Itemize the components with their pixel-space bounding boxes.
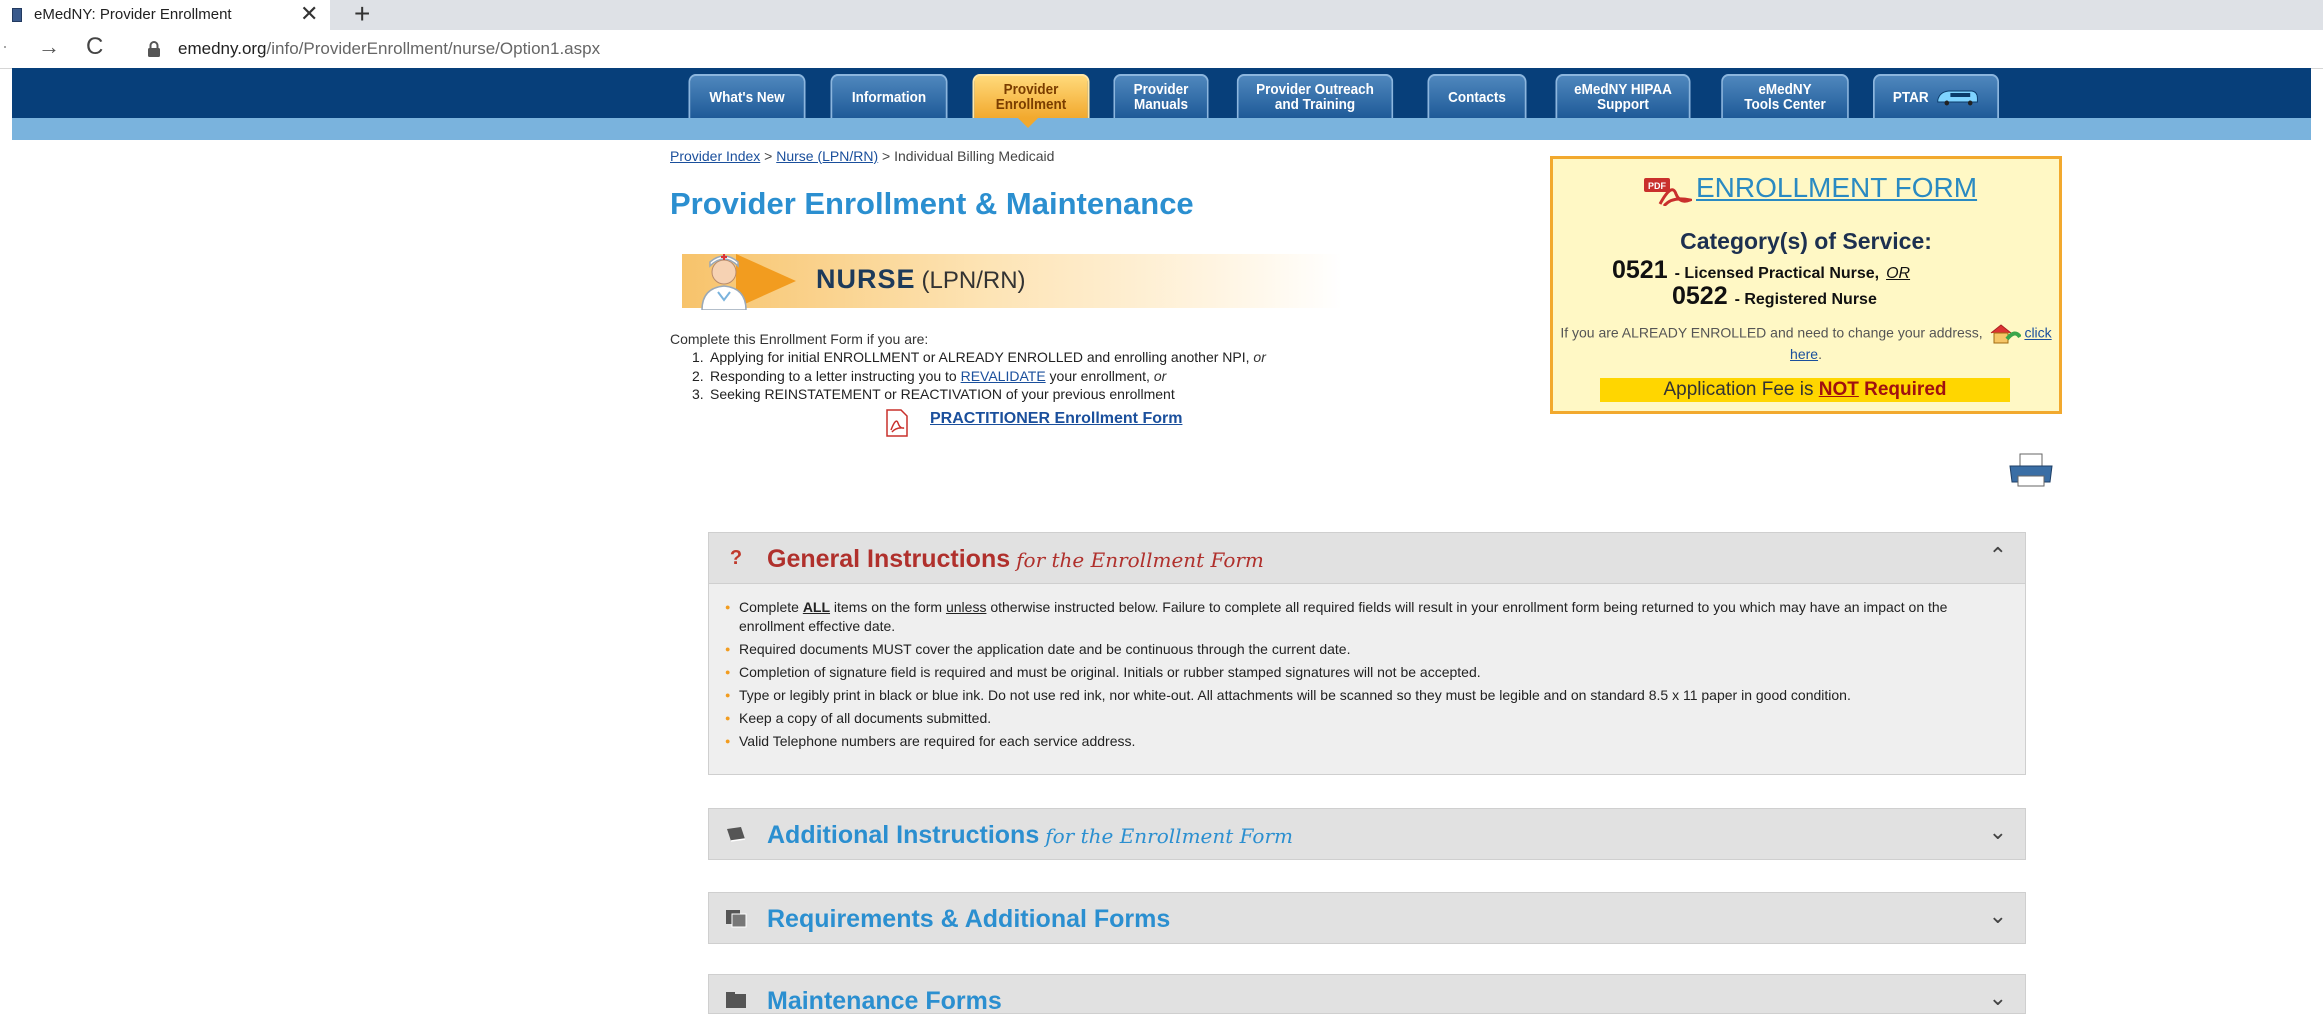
url-domain: emedny.org [178,39,267,58]
revalidate-link[interactable]: REVALIDATE [961,368,1046,384]
list-item: Completion of signature field is require… [725,663,2005,682]
fee-suffix: Required [1864,379,1947,400]
back-icon[interactable]: · [2,36,8,57]
nav-provider-manuals[interactable]: Provider Manuals [1113,74,1209,118]
breadcrumb-current: Individual Billing Medicaid [894,148,1055,164]
active-nav-indicator [1018,118,1038,128]
breadcrumb-separator: > [760,148,777,164]
list-item: 1. Applying for initial ENROLLMENT or ALR… [692,349,1266,365]
accordion-requirements[interactable]: Requirements & Additional Forms ⌄ [708,892,2026,944]
general-instructions-panel: Complete ALL items on the form unless ot… [708,584,2026,775]
chevron-down-icon[interactable]: ⌄ [1989,819,2007,845]
new-tab-button[interactable]: + [354,0,370,29]
breadcrumb-provider-index[interactable]: Provider Index [670,148,760,164]
house-icon [1990,324,2021,344]
fee-prefix: Application Fee is [1663,379,1814,400]
code-number: 0522 [1672,282,1728,310]
chevron-down-icon[interactable]: ⌄ [1989,985,2007,1011]
list-item: Type or legibly print in black or blue i… [725,686,2005,705]
breadcrumb: Provider Index > Nurse (LPN/RN) > Indivi… [670,148,1054,164]
list-item: 3. Seeking REINSTATEMENT or REACTIVATION … [692,386,1175,402]
nav-hipaa-support[interactable]: eMedNY HIPAA Support [1555,74,1691,118]
documents-icon [726,910,747,928]
svg-text:PDF: PDF [1648,181,1667,191]
lock-icon[interactable] [146,40,162,58]
code-label: - Registered Nurse [1734,291,1877,308]
nurse-title-text: NURSE [816,264,916,294]
nav-contacts[interactable]: Contacts [1427,74,1527,118]
bus-icon [1937,90,1978,106]
application-fee-banner: Application Fee is NOT Required [1600,378,2010,402]
nav-ptar-label: PTAR [1892,88,1929,106]
change-address-text: If you are ALREADY ENROLLED and need to … [1560,324,1983,341]
nurse-avatar-icon [701,254,747,310]
nav-whats-new[interactable]: What's New [688,74,806,118]
sub-navigation-strip [12,118,2311,140]
service-code-0522: 0522 - Registered Nurse [1672,282,1877,311]
tab-title: eMedNY: Provider Enrollment [34,6,232,23]
browser-tab[interactable]: eMedNY: Provider Enrollment ✕ [0,0,330,30]
nav-ptar[interactable]: PTAR [1873,74,1999,118]
close-tab-icon[interactable]: ✕ [300,2,318,26]
list-item: Valid Telephone numbers are required for… [725,732,2005,751]
reload-icon[interactable]: C [86,33,103,61]
chevron-up-icon[interactable]: ⌃ [1989,543,2007,569]
forward-icon[interactable]: → [38,34,60,60]
accordion-maintenance-forms[interactable]: Maintenance Forms ⌄ [708,974,2026,1015]
nav-provider-enrollment[interactable]: Provider Enrollment [972,74,1090,118]
site-favicon-icon [12,8,22,22]
breadcrumb-separator: > [878,148,895,164]
nav-information[interactable]: Information [830,74,948,118]
intro-list: 1. Applying for initial ENROLLMENT or ALR… [692,348,1266,404]
list-item: Keep a copy of all documents submitted. [725,709,2005,728]
breadcrumb-nurse[interactable]: Nurse (LPN/RN) [776,148,878,164]
accordion-title: Maintenance Forms [767,987,1002,1015]
nav-tools-center[interactable]: eMedNY Tools Center [1721,74,1849,118]
pdf-icon [886,409,908,437]
accordion-additional-instructions[interactable]: Additional Instructions for the Enrollmen… [708,808,2026,860]
nav-tools-label: eMedNY Tools Center [1744,81,1826,113]
accordion-title: Requirements & Additional Forms [767,905,1171,933]
code-or: OR [1886,265,1911,282]
page-title: Provider Enrollment & Maintenance [670,186,1194,221]
list-item: Required documents MUST cover the applic… [725,640,2005,659]
accordion-general-instructions[interactable]: ? General Instructions for the Enrollment… [708,532,2026,584]
printer-icon[interactable] [2006,452,2056,488]
accordion-title: General Instructions for the Enrollment F… [767,545,1264,573]
code-number: 0521 [1612,256,1668,284]
address-bar: · → C emedny.org/info/ProviderEnrollment… [0,30,2323,69]
question-icon: ? [729,547,743,569]
browser-tab-bar: eMedNY: Provider Enrollment ✕ + [0,0,2323,30]
chevron-down-icon[interactable]: ⌄ [1989,903,2007,929]
fee-not: NOT [1818,379,1859,400]
folder-icon [726,992,746,1008]
code-label: - Licensed Practical Nurse, [1674,265,1880,282]
list-item: 2. Responding to a letter instructing you… [692,367,1167,384]
service-code-0521: 0521 - Licensed Practical Nurse, OR [1612,256,1910,285]
intro-lead: Complete this Enrollment Form if you are… [670,331,929,347]
url-path: /info/ProviderEnrollment/nurse/Option1.a… [266,39,601,58]
nav-provider-outreach[interactable]: Provider Outreach and Training [1236,74,1394,118]
category-of-service-title: Category(s) of Service: [1680,228,1932,254]
list-item: Complete ALL items on the form unless ot… [725,598,2005,636]
accordion-title: Additional Instructions for the Enrollmen… [767,821,1293,849]
book-icon [727,827,746,842]
enrollment-form-link[interactable]: ENROLLMENT FORM [1696,172,1977,204]
nurse-subtitle: (LPN/RN) [921,267,1026,294]
general-instructions-list: Complete ALL items on the form unless ot… [709,584,2025,751]
url-field[interactable]: emedny.org/info/ProviderEnrollment/nurse… [178,39,600,59]
nurse-title: NURSE (LPN/RN) [816,264,1026,295]
pdf-icon: PDF [1644,178,1692,206]
change-address-note: If you are ALREADY ENROLLED and need to … [1560,324,2052,362]
practitioner-enrollment-form-link[interactable]: PRACTITIONER Enrollment Form [930,410,1182,428]
